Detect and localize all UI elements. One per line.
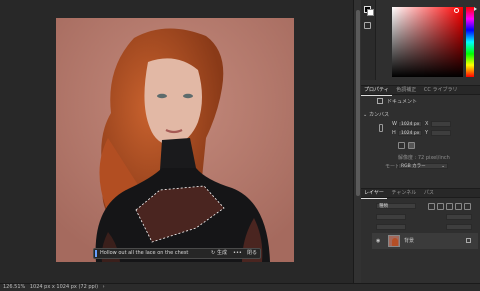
width-label: W: [392, 121, 397, 127]
scrollbar-thumb[interactable]: [356, 10, 360, 196]
tab-channels[interactable]: チャンネル: [388, 189, 419, 198]
fill-field[interactable]: [446, 224, 472, 230]
tab-cc-libraries[interactable]: CC ライブラリ: [421, 86, 461, 95]
document-section-label: ドキュメント: [387, 99, 418, 105]
tab-paths[interactable]: パス: [421, 189, 437, 198]
adjustment-filter-icon[interactable]: [437, 203, 444, 210]
color-picker-cursor[interactable]: [454, 8, 459, 13]
color-panel-icon[interactable]: [364, 22, 371, 29]
hue-slider[interactable]: [466, 7, 474, 77]
layers-tabbar: レイヤー チャンネル パス: [361, 188, 480, 199]
document-image[interactable]: [56, 18, 294, 262]
canvas-scrollbar[interactable]: [353, 0, 361, 283]
x-label: X: [425, 121, 429, 127]
portrait-orientation-icon[interactable]: [398, 142, 405, 149]
shape-filter-icon[interactable]: [455, 203, 462, 210]
layer-name[interactable]: 背景: [404, 238, 414, 244]
y-field[interactable]: [431, 130, 451, 136]
properties-tabbar: プロパティ 色調補正 CC ライブラリ: [361, 85, 480, 96]
tab-layers[interactable]: レイヤー: [361, 189, 387, 199]
chevron-right-icon[interactable]: ›: [103, 284, 105, 290]
generate-icon: ↻: [211, 250, 216, 256]
canvas-section-label: カンバス: [369, 112, 390, 118]
height-label: H: [392, 130, 396, 136]
resolution-text: 解像度 : 72 pixel/inch: [398, 155, 450, 161]
tab-properties[interactable]: プロパティ: [361, 86, 392, 96]
tab-adjustments[interactable]: 色調補正: [393, 86, 419, 95]
link-dimensions-icon[interactable]: [379, 124, 383, 132]
mode-select-value: RGB カラー: [401, 164, 426, 169]
status-bar: 126.51% 1024 px x 1024 px (72 ppi) ›: [0, 283, 480, 291]
layer-filter-label: 種類: [379, 204, 388, 209]
lock-icon: [466, 238, 471, 243]
prompt-input[interactable]: Hollow out all the lace on the chest: [100, 249, 188, 258]
width-field[interactable]: 1024 px: [398, 121, 422, 127]
height-field[interactable]: 1024 px: [398, 130, 422, 136]
chevron-down-icon: ⌄: [441, 164, 445, 169]
layer-row[interactable]: ◉ 背景: [372, 233, 478, 249]
close-prompt-button[interactable]: 閉る: [247, 249, 257, 258]
document-info[interactable]: 1024 px x 1024 px (72 ppi): [30, 284, 98, 290]
layer-filter-select[interactable]: 種類: [376, 203, 416, 209]
blend-mode-select[interactable]: [376, 214, 406, 220]
background-color-swatch[interactable]: [367, 9, 374, 16]
y-label: Y: [425, 130, 429, 136]
landscape-orientation-icon[interactable]: [408, 142, 415, 149]
smart-object-filter-icon[interactable]: [464, 203, 471, 210]
more-options-button[interactable]: •••: [233, 249, 242, 258]
eye-icon[interactable]: ◉: [376, 238, 380, 244]
mode-select[interactable]: RGB カラー ⌄: [398, 163, 448, 169]
chevron-down-icon[interactable]: ⌄: [363, 112, 367, 118]
opacity-field[interactable]: [446, 214, 472, 220]
prompt-focus-indicator: [95, 250, 97, 257]
generative-prompt-bar: Hollow out all the lace on the chest ↻ 生…: [93, 248, 261, 259]
pixel-filter-icon[interactable]: [428, 203, 435, 210]
color-picker-field[interactable]: [392, 7, 463, 77]
panel-icon-strip: [361, 0, 376, 80]
lock-options[interactable]: [376, 224, 406, 230]
layer-thumbnail: [388, 235, 400, 247]
type-filter-icon[interactable]: [446, 203, 453, 210]
portrait-image: [56, 18, 294, 262]
document-icon: [377, 98, 383, 104]
hue-slider-handle[interactable]: [474, 7, 477, 11]
x-field[interactable]: [431, 121, 451, 127]
zoom-level[interactable]: 126.51%: [3, 284, 25, 290]
generate-button[interactable]: 生成: [217, 249, 227, 258]
